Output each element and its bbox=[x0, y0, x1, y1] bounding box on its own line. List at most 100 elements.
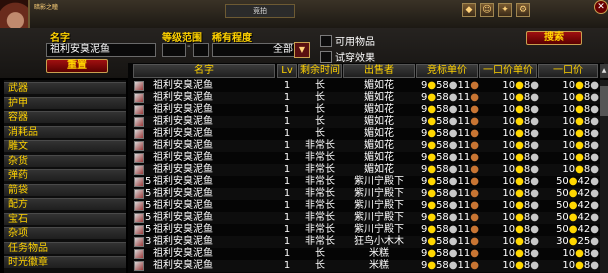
category-item[interactable]: 箭袋 bbox=[4, 183, 126, 196]
col-header-lv[interactable]: Lv bbox=[277, 64, 297, 78]
fish-item-icon[interactable] bbox=[134, 201, 144, 211]
spellbook-icon[interactable]: ✦ bbox=[498, 3, 512, 17]
table-row[interactable]: 祖利安臭泥鱼1长媚如花9●58●11●10●8●●10●8●● bbox=[133, 128, 601, 140]
scrollbar-thumb[interactable] bbox=[600, 86, 608, 116]
col-header-time[interactable]: 剩余时间 bbox=[298, 64, 342, 78]
seller-name: 紫川宁殿下 bbox=[354, 176, 404, 187]
table-row[interactable]: 5祖利安臭泥鱼1非常长紫川宁殿下9●58●11●10●8●●50●42●● bbox=[133, 176, 601, 188]
bag-icon[interactable]: ◆ bbox=[462, 3, 476, 17]
table-row[interactable]: 祖利安臭泥鱼1非常长媚如花9●58●11●10●8●●10●8●● bbox=[133, 164, 601, 176]
fish-item-icon[interactable] bbox=[134, 117, 144, 127]
item-name[interactable]: 祖利安臭泥鱼 bbox=[153, 224, 213, 236]
item-name[interactable]: 祖利安臭泥鱼 bbox=[153, 200, 213, 212]
item-name[interactable]: 祖利安臭泥鱼 bbox=[153, 128, 213, 140]
category-item[interactable]: 杂项 bbox=[4, 227, 126, 239]
gold-coin-icon: ● bbox=[575, 164, 584, 175]
fish-item-icon[interactable] bbox=[134, 105, 144, 115]
fish-item-icon[interactable] bbox=[134, 93, 144, 103]
fish-item-icon[interactable] bbox=[134, 261, 144, 271]
seller-name: 媚如花 bbox=[364, 104, 394, 115]
fish-item-icon[interactable] bbox=[134, 177, 144, 187]
fish-item-icon[interactable] bbox=[134, 129, 144, 139]
try-on-label: 试穿效果 bbox=[335, 53, 375, 64]
fish-item-icon[interactable] bbox=[134, 249, 144, 259]
fish-item-icon[interactable] bbox=[134, 213, 144, 223]
level-max-input[interactable] bbox=[193, 43, 209, 57]
item-name[interactable]: 祖利安臭泥鱼 bbox=[153, 104, 213, 116]
col-header-bid[interactable]: 竞标单价 bbox=[416, 64, 478, 78]
price-s-value: 58 bbox=[436, 140, 449, 151]
fish-item-icon[interactable] bbox=[134, 225, 144, 235]
category-item[interactable]: 弹药 bbox=[4, 169, 126, 181]
category-item[interactable]: 护甲 bbox=[4, 96, 126, 109]
close-icon[interactable]: ✕ bbox=[594, 0, 608, 14]
fish-item-icon[interactable] bbox=[134, 153, 144, 163]
gold-coin-icon: ● bbox=[515, 212, 524, 223]
results-scrollbar[interactable] bbox=[600, 80, 608, 273]
item-name[interactable]: 祖利安臭泥鱼 bbox=[153, 188, 213, 200]
category-item[interactable]: 武器 bbox=[4, 82, 126, 94]
level-min-input[interactable] bbox=[162, 43, 186, 57]
item-name[interactable]: 祖利安臭泥鱼 bbox=[153, 92, 213, 104]
search-name-input[interactable]: 祖利安臭泥鱼 bbox=[46, 43, 156, 57]
item-name[interactable]: 祖利安臭泥鱼 bbox=[153, 80, 213, 92]
fish-item-icon[interactable] bbox=[134, 141, 144, 151]
scroll-up-icon[interactable]: ▲ bbox=[600, 64, 608, 78]
item-name[interactable]: 祖利安臭泥鱼 bbox=[153, 176, 213, 188]
table-row[interactable]: 3祖利安臭泥鱼1非常长狂鸟小木木9●58●11●10●8●●30●25●● bbox=[133, 236, 601, 248]
gold-coin-icon: ● bbox=[515, 152, 524, 163]
col-header-buyout-unit[interactable]: 一口价单价 bbox=[479, 64, 537, 78]
category-item[interactable]: 雕文 bbox=[4, 140, 126, 152]
item-name[interactable]: 祖利安臭泥鱼 bbox=[153, 164, 213, 176]
gold-coin-icon: ● bbox=[515, 92, 524, 103]
table-row[interactable]: 5祖利安臭泥鱼1非常长紫川宁殿下9●58●11●10●8●●50●42●● bbox=[133, 200, 601, 212]
item-level: 1 bbox=[283, 92, 291, 103]
price-c-value: 11 bbox=[457, 248, 471, 259]
seller-name: 紫川宁殿下 bbox=[354, 224, 404, 235]
table-row[interactable]: 祖利安臭泥鱼1长媚如花9●58●11●10●8●●10●8●● bbox=[133, 104, 601, 116]
table-row[interactable]: 5祖利安臭泥鱼1非常长紫川宁殿下9●58●11●10●8●●50●42●● bbox=[133, 188, 601, 200]
category-item[interactable]: 容器 bbox=[4, 111, 126, 123]
gold-coin-icon: ● bbox=[427, 92, 437, 103]
usable-items-checkbox[interactable] bbox=[320, 35, 332, 47]
table-row[interactable]: 祖利安臭泥鱼1长米糕9●58●11●10●8●●10●8●● bbox=[133, 248, 601, 260]
item-name[interactable]: 祖利安臭泥鱼 bbox=[153, 140, 213, 152]
category-item[interactable]: 杂货 bbox=[4, 154, 126, 167]
col-header-name[interactable]: 名字 bbox=[133, 64, 275, 78]
character-icon[interactable]: ☺ bbox=[480, 3, 494, 17]
table-row[interactable]: 祖利安臭泥鱼1长媚如花9●58●11●10●8●●10●8●● bbox=[133, 116, 601, 128]
table-row[interactable]: 祖利安臭泥鱼1长米糕9●58●11●10●8●●10●8●● bbox=[133, 260, 601, 272]
tab-auction[interactable]: 竞拍 bbox=[225, 4, 295, 18]
table-row[interactable]: 祖利安臭泥鱼1非常长媚如花9●58●11●10●8●●10●8●● bbox=[133, 140, 601, 152]
item-name[interactable]: 祖利安臭泥鱼 bbox=[153, 260, 213, 272]
category-item[interactable]: 时光徽章 bbox=[4, 256, 126, 268]
table-row[interactable]: 5祖利安臭泥鱼1非常长紫川宁殿下9●58●11●10●8●●50●42●● bbox=[133, 224, 601, 236]
item-name[interactable]: 祖利安臭泥鱼 bbox=[153, 152, 213, 164]
item-name[interactable]: 祖利安臭泥鱼 bbox=[153, 248, 213, 260]
chevron-down-icon[interactable]: ▼ bbox=[294, 42, 310, 58]
item-name[interactable]: 祖利安臭泥鱼 bbox=[153, 116, 213, 128]
col-header-seller[interactable]: 出售者 bbox=[343, 64, 415, 78]
table-row[interactable]: 祖利安臭泥鱼1非常长媚如花9●58●11●10●8●●10●8●● bbox=[133, 152, 601, 164]
item-name[interactable]: 祖利安臭泥鱼 bbox=[153, 236, 213, 248]
talent-icon[interactable]: ⚙ bbox=[516, 3, 530, 17]
fish-item-icon[interactable] bbox=[134, 81, 144, 91]
category-item[interactable]: 宝石 bbox=[4, 212, 126, 225]
reset-button[interactable]: 重置 bbox=[46, 59, 108, 73]
table-row[interactable]: 祖利安臭泥鱼1长媚如花9●58●11●10●8●●10●8●● bbox=[133, 80, 601, 92]
try-on-checkbox[interactable] bbox=[320, 51, 332, 63]
search-button[interactable]: 搜索 bbox=[526, 31, 582, 45]
category-item[interactable]: 配方 bbox=[4, 198, 126, 210]
category-item[interactable]: 消耗品 bbox=[4, 125, 126, 138]
category-item[interactable]: 任务物品 bbox=[4, 241, 126, 254]
col-header-buyout[interactable]: 一口价 bbox=[538, 64, 598, 78]
item-name[interactable]: 祖利安臭泥鱼 bbox=[153, 212, 213, 224]
fish-item-icon[interactable] bbox=[134, 189, 144, 199]
table-row[interactable]: 5祖利安臭泥鱼1非常长紫川宁殿下9●58●11●10●8●●50●42●● bbox=[133, 212, 601, 224]
seller-name: 狂鸟小木木 bbox=[354, 236, 404, 247]
table-row[interactable]: 祖利安臭泥鱼1长媚如花9●58●11●10●8●●10●8●● bbox=[133, 92, 601, 104]
fish-item-icon[interactable] bbox=[134, 237, 144, 247]
silver-coin-icon: ● bbox=[448, 260, 458, 271]
price-g-value: 10 bbox=[502, 152, 516, 163]
fish-item-icon[interactable] bbox=[134, 165, 144, 175]
